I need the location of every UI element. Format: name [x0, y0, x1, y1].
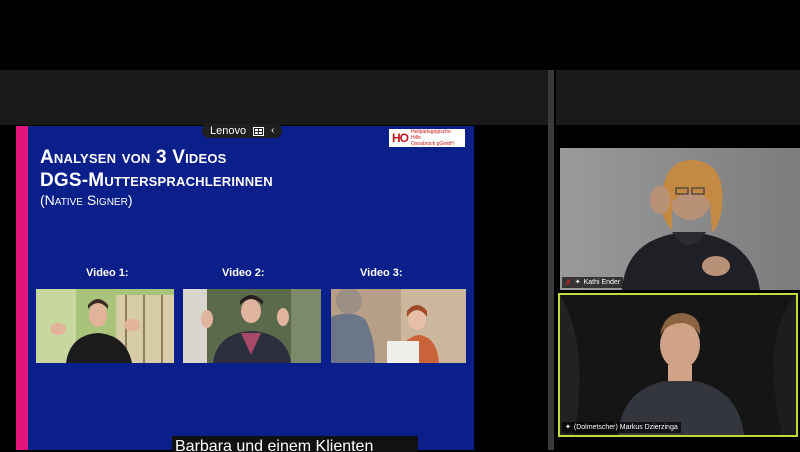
video-thumbnail-2 [183, 289, 321, 363]
participant-name-tag: ✗ ✦ Kathi Ender [562, 277, 624, 288]
slide-title-line-2: DGS-Muttersprachlerinnen [40, 170, 273, 191]
slide-subtitle: (Native Signer) [40, 192, 133, 208]
participant-tile-kathi-ender[interactable]: ✗ ✦ Kathi Ender [560, 148, 800, 290]
collapse-chevron-icon[interactable]: ‹ [271, 126, 274, 136]
microphone-muted-icon: ✗ [565, 278, 572, 287]
video-label-2: Video 2: [222, 267, 265, 279]
panel-divider[interactable] [548, 70, 554, 450]
shared-slide: HO Heilpädagogische Hilfe Osnabrück gGmb… [16, 126, 474, 450]
participant-name-tag: ✦ (Dolmetscher) Markus Dzierzinga [562, 422, 681, 433]
participant-tile-markus-dzierzinga[interactable]: ✦ (Dolmetscher) Markus Dzierzinga [558, 293, 798, 437]
participant-name: (Dolmetscher) Markus Dzierzinga [573, 424, 678, 431]
participant-video-kathi-ender [560, 148, 800, 290]
logo-line-1: Heilpädagogische Hilfe [411, 129, 451, 141]
slide-title: Analysen von 3 Videos DGS-Muttersprachle… [40, 146, 273, 192]
view-options-icon[interactable] [253, 126, 265, 136]
video-thumbnail-1 [36, 289, 174, 363]
logo-line-2: Osnabrück gGmbH [411, 141, 454, 147]
logo-text: Heilpädagogische Hilfe Osnabrück gGmbH [411, 129, 462, 147]
participant-name: Kathi Ender [583, 279, 621, 286]
meeting-top-bar [0, 70, 548, 125]
pin-icon[interactable]: ✦ [565, 422, 571, 433]
screen-share-badge[interactable]: Lenovo ‹ [202, 124, 283, 138]
organization-logo: HO Heilpädagogische Hilfe Osnabrück gGmb… [389, 129, 465, 147]
participant-video-markus-dzierzinga [560, 295, 796, 435]
video-label-3: Video 3: [360, 267, 403, 279]
video-thumbnail-3 [331, 289, 466, 363]
slide-accent-bar [16, 126, 28, 450]
video-label-1: Video 1: [86, 267, 129, 279]
share-source-name: Lenovo [210, 125, 247, 137]
gallery-top-bar [556, 70, 800, 125]
logo-mark: HO [392, 131, 409, 145]
pin-icon[interactable]: ✦ [575, 277, 581, 288]
slide-title-line-1: Analysen von 3 Videos [40, 147, 227, 168]
